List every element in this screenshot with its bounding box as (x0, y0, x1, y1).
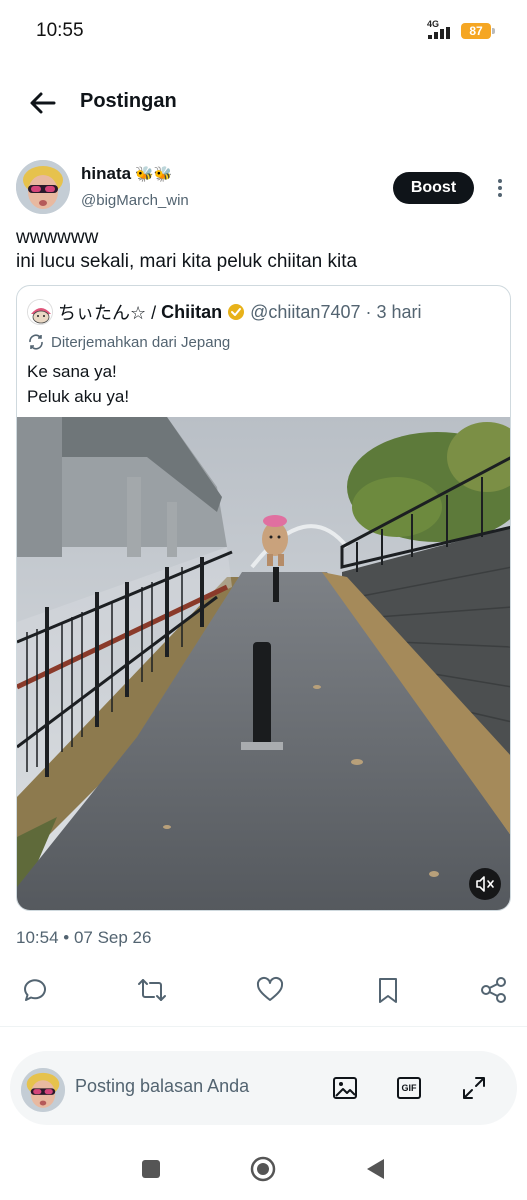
share-button[interactable] (476, 972, 512, 1008)
translation-label: Diterjemahkan dari Jepang (51, 333, 231, 351)
page-title: Postingan (80, 90, 177, 112)
quoted-header: ちぃたん☆ / Chiitan @chiitan7407 · 3 hari (27, 299, 422, 325)
gif-icon: GIF (397, 1077, 421, 1099)
square-icon (142, 1160, 160, 1178)
video-media[interactable] (17, 417, 511, 911)
gif-label: GIF (401, 1083, 417, 1093)
post-text-line: wwwwww (16, 227, 99, 248)
bookmark-button[interactable] (370, 972, 406, 1008)
author-handle[interactable]: @bigMarch_win (81, 192, 189, 209)
quoted-text-line: Peluk aku ya! (27, 387, 130, 406)
status-bar: 10:55 4G 87 (0, 0, 527, 64)
post-text: wwwwww ini lucu sekali, mari kita peluk … (16, 226, 511, 274)
arrow-left-icon[interactable] (26, 86, 60, 120)
boost-button[interactable]: Boost (393, 172, 474, 204)
reply-button[interactable] (17, 972, 53, 1008)
avatar[interactable] (16, 160, 70, 214)
post-text-line: ini lucu sekali, mari kita peluk chiitan… (16, 251, 358, 272)
like-button[interactable] (252, 972, 288, 1008)
battery-icon: 87 (461, 23, 495, 39)
post-timestamp: 10:54 • 07 Sep 26 (16, 928, 152, 947)
quoted-text: Ke sana ya! Peluk aku ya! (27, 359, 129, 409)
author-emoji: 🐝🐝 (135, 166, 173, 183)
triangle-back-icon (367, 1159, 384, 1179)
bookmark-icon (379, 978, 397, 1003)
share-icon (481, 977, 506, 1003)
action-bar (0, 972, 527, 1008)
home-button[interactable] (248, 1154, 278, 1184)
quoted-name-jp: ちぃたん☆ / (58, 303, 157, 323)
image-button[interactable] (330, 1073, 360, 1103)
reply-icon (24, 979, 46, 1001)
repost-button[interactable] (134, 972, 170, 1008)
post-author: hinata 🐝🐝 @bigMarch_win Boost (0, 158, 527, 218)
translate-icon (29, 334, 43, 350)
expand-icon (463, 1077, 485, 1099)
volume-mute-icon (476, 876, 494, 892)
image-icon (333, 1077, 357, 1099)
more-options-icon[interactable] (492, 176, 508, 200)
gif-button[interactable]: GIF (394, 1073, 424, 1103)
quoted-name[interactable]: Chiitan (161, 302, 222, 323)
quoted-post[interactable]: ちぃたん☆ / Chiitan @chiitan7407 · 3 hari Di… (16, 285, 511, 911)
quoted-avatar (27, 299, 53, 325)
divider (0, 1026, 527, 1027)
reply-input[interactable]: Posting balasan Anda (75, 1076, 249, 1097)
back-nav-button[interactable] (360, 1154, 390, 1184)
signal-icon (428, 27, 450, 39)
mute-button[interactable] (469, 868, 501, 900)
like-icon (256, 976, 284, 1001)
verified-badge-icon (228, 304, 245, 320)
translation-note[interactable]: Diterjemahkan dari Jepang (27, 333, 230, 351)
recent-apps-button[interactable] (136, 1154, 166, 1184)
my-avatar[interactable] (21, 1068, 65, 1112)
reply-composer[interactable]: Posting balasan Anda GIF (10, 1051, 517, 1125)
expand-button[interactable] (459, 1073, 489, 1103)
quoted-handle-time: @chiitan7407 · 3 hari (250, 301, 422, 322)
home-circle-icon (250, 1156, 276, 1182)
system-nav-bar (0, 1138, 527, 1200)
author-name[interactable]: hinata (81, 164, 131, 184)
author-name-row: hinata 🐝🐝 (81, 164, 172, 184)
top-header: Postingan (0, 72, 527, 132)
status-time: 10:55 (36, 20, 84, 41)
repost-icon (138, 979, 166, 1001)
quoted-text-line: Ke sana ya! (27, 362, 117, 381)
